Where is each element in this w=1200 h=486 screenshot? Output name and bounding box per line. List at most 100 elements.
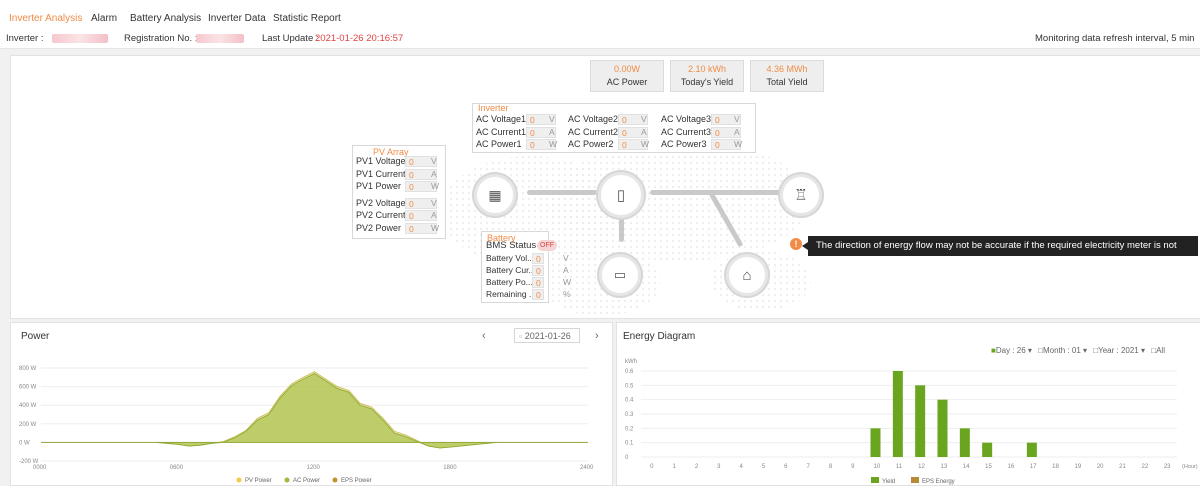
tab-statistic-report[interactable]: Statistic Report — [273, 13, 341, 24]
energy-bar[interactable] — [870, 428, 881, 457]
energy-bar[interactable] — [959, 428, 970, 457]
info-bar: Inverter : Registration No. : Last Updat… — [0, 29, 1200, 49]
energy-legend-label[interactable]: Yield — [882, 479, 895, 485]
inverter-field-label: AC Current3 — [661, 126, 712, 137]
pv-field-label: PV2 Voltage — [356, 197, 406, 208]
inverter-field-unit: A — [549, 126, 555, 137]
pv-field-unit: W — [431, 222, 440, 233]
energy-y-tick: 0.6 — [625, 369, 634, 375]
battery-field-label: Battery Vol... — [486, 253, 535, 263]
today-yield-label: Today's Yield — [680, 77, 734, 87]
power-x-tick: 1200 — [307, 465, 321, 471]
battery-field-value: 0 — [532, 289, 544, 300]
refresh-interval-text: Monitoring data refresh interval, 5 min — [1035, 33, 1195, 44]
energy-y-tick: 0.5 — [625, 383, 634, 389]
home-icon: ⌂ — [742, 266, 752, 284]
today-yield-metric: 2.10 kWh Today's Yield — [670, 60, 744, 92]
ac-power-metric: 0.00W AC Power — [590, 60, 664, 92]
pv-field-unit: A — [431, 168, 437, 179]
energy-x-tick: 10 — [874, 464, 881, 470]
inverter-field-label: AC Voltage1 — [476, 114, 527, 124]
registration-label: Registration No. : — [124, 33, 198, 44]
pv-field-unit: V — [431, 197, 437, 208]
battery-field-label: Battery Po... — [486, 277, 533, 287]
power-legend-marker — [332, 477, 338, 483]
warning-icon[interactable]: ! — [790, 238, 802, 250]
inverter-field-label: AC Power3 — [661, 139, 707, 149]
battery-field-label: Battery Cur... — [486, 265, 536, 275]
inverter-field-label: AC Voltage2 — [568, 114, 619, 124]
battery-field-label: Remaining ... — [486, 289, 537, 299]
power-legend-label[interactable]: PV Power — [245, 478, 272, 484]
energy-x-tick: 3 — [717, 464, 721, 470]
energy-x-tick: 4 — [740, 464, 744, 470]
energy-y-tick: 0.4 — [625, 398, 634, 404]
inverter-label: Inverter : — [6, 33, 44, 44]
inverter-value-redacted — [52, 34, 108, 43]
inverter-field-label: AC Power1 — [476, 139, 522, 149]
power-x-tick: 1800 — [443, 465, 457, 471]
flow-line-pv-inverter — [527, 190, 597, 195]
pv-field-label: PV2 Power — [356, 222, 402, 233]
inverter-field-unit: W — [549, 139, 558, 149]
solar-panel-icon: ▦ — [488, 186, 502, 203]
battery-icon: ▭ — [613, 267, 627, 282]
battery-field-unit: W — [563, 277, 572, 287]
battery-field-value: 0 — [532, 253, 544, 264]
total-yield-metric: 4.36 MWh Total Yield — [750, 60, 824, 92]
total-yield-value: 4.36 MWh — [766, 64, 808, 74]
power-legend-marker — [236, 477, 242, 483]
energy-bar[interactable] — [915, 385, 926, 457]
power-y-tick: 600 W — [19, 385, 37, 391]
energy-x-tick: 23 — [1164, 464, 1171, 470]
power-y-tick: 200 W — [19, 422, 37, 428]
energy-y-tick: 0.1 — [625, 441, 634, 447]
inverter-field-unit: W — [734, 139, 743, 149]
energy-x-tick: 0 — [650, 464, 654, 470]
energy-bar[interactable] — [892, 371, 903, 457]
battery-node: ▭ — [599, 254, 641, 296]
inverter-field-label: AC Current2 — [568, 126, 619, 137]
energy-x-tick: 13 — [941, 464, 948, 470]
tab-inverter-data[interactable]: Inverter Data — [208, 13, 266, 24]
inverter-field-label: AC Voltage3 — [661, 114, 712, 124]
bms-status-badge: OFF — [537, 240, 557, 251]
energy-y-tick: 0.2 — [625, 426, 634, 432]
grid-node: ♖ — [780, 174, 822, 216]
power-legend-label[interactable]: AC Power — [293, 478, 320, 484]
home-node: ⌂ — [726, 254, 768, 296]
power-chart: 800 W600 W400 W200 W0 W-200 W0000 0600 120… — [19, 366, 594, 484]
power-x-tick: 2400 — [580, 465, 594, 471]
energy-bar[interactable] — [982, 442, 993, 457]
energy-legend-label[interactable]: EPS Energy — [922, 479, 955, 485]
power-y-tick: 0 W — [19, 440, 30, 446]
total-yield-label: Total Yield — [766, 77, 808, 87]
tab-battery-analysis[interactable]: Battery Analysis — [130, 13, 201, 24]
inverter-field-unit: V — [734, 114, 740, 124]
energy-x-tick: 20 — [1097, 464, 1104, 470]
inverter-field-unit: W — [641, 139, 650, 149]
energy-x-tick: 9 — [851, 464, 855, 470]
energy-bar[interactable] — [937, 399, 948, 457]
energy-bar[interactable] — [1026, 442, 1037, 457]
battery-field-value: 0 — [532, 265, 544, 276]
tab-alarm[interactable]: Alarm — [91, 13, 117, 24]
pv-field-unit: V — [431, 156, 437, 166]
registration-value-redacted — [196, 34, 244, 43]
battery-field-unit: A — [563, 265, 569, 275]
power-legend-marker — [284, 477, 290, 483]
ac-power-series — [41, 373, 588, 449]
power-y-tick: 800 W — [19, 366, 37, 372]
tab-inverter-analysis[interactable]: Inverter Analysis — [9, 13, 82, 24]
ac-power-label: AC Power — [606, 77, 648, 87]
energy-legend-marker — [871, 477, 879, 483]
power-legend-label[interactable]: EPS Power — [341, 478, 372, 484]
energy-x-tick: 22 — [1142, 464, 1149, 470]
inverter-field-unit: A — [641, 126, 647, 137]
ac-power-value: 0.00W — [613, 64, 640, 74]
pv-field-label: PV1 Voltage — [356, 156, 406, 166]
power-tower-icon: ♖ — [794, 187, 808, 204]
energy-x-tick: 7 — [807, 464, 811, 470]
energy-x-tick: 6 — [784, 464, 788, 470]
bms-status-label: BMS Status — [486, 240, 537, 251]
